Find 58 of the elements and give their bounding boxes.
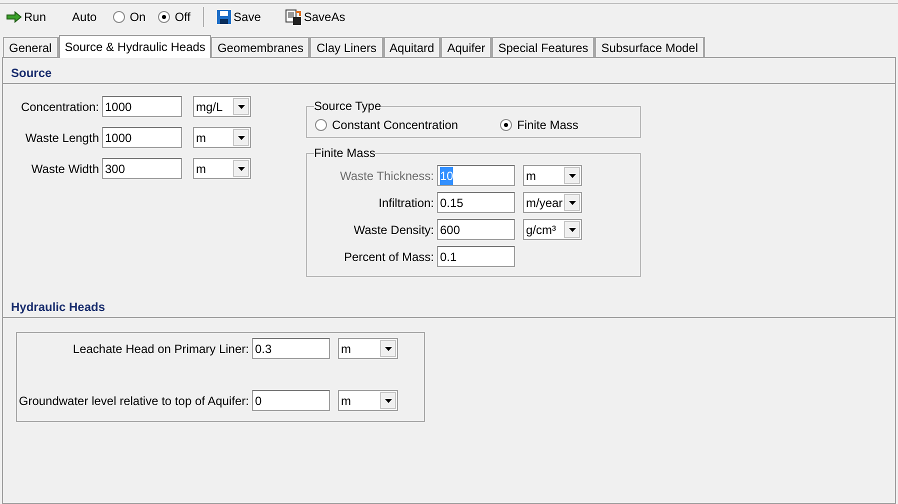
field-label: Waste Width <box>30 160 99 178</box>
radio-button[interactable] <box>158 11 170 23</box>
unit-dropdown[interactable]: m <box>338 338 398 359</box>
field-label: Waste Thickness: <box>338 168 434 184</box>
input-field[interactable]: 0.3 <box>252 338 330 359</box>
field-label: Infiltration: <box>378 194 434 212</box>
input-field[interactable]: 300 <box>102 158 182 179</box>
radio-button[interactable] <box>500 119 512 131</box>
tab[interactable]: Source & Hydraulic Heads <box>58 35 212 58</box>
unit-dropdown[interactable]: m <box>193 127 251 148</box>
caret-icon <box>238 136 244 140</box>
arrow-icon <box>6 11 22 23</box>
field-label: Waste Length <box>24 130 99 146</box>
input-field[interactable]: 0 <box>252 390 330 411</box>
document-icon <box>284 9 302 25</box>
caret-icon <box>238 166 244 170</box>
tab[interactable]: Subsurface Model <box>595 37 706 57</box>
unit-dropdown[interactable]: m <box>338 390 398 411</box>
unit-dropdown[interactable]: m <box>193 158 251 179</box>
floppy-icon <box>216 9 232 25</box>
radio-label[interactable]: Constant Concentration <box>332 116 458 134</box>
unit-dropdown[interactable]: mg/L <box>193 96 251 117</box>
caret-icon <box>238 104 244 108</box>
input-field[interactable]: 1000 <box>102 96 182 117</box>
radio-button[interactable] <box>315 119 327 131</box>
field-label: Groundwater level relative to top of Aquifer: <box>18 392 249 410</box>
caret-icon <box>568 200 576 204</box>
input-field[interactable]: 0.15 <box>437 192 515 213</box>
save-as-button[interactable]: SaveAs <box>284 8 346 26</box>
tab[interactable]: Aquitard <box>384 37 442 57</box>
field-label: Waste Density: <box>352 222 434 238</box>
caret-icon <box>384 346 392 350</box>
field-label: Concentration: <box>20 98 99 116</box>
tab[interactable]: Geomembranes <box>211 37 310 57</box>
tab[interactable]: General <box>3 37 59 57</box>
caret-icon <box>568 228 576 232</box>
tab[interactable]: Clay Liners <box>310 37 384 57</box>
tab[interactable]: Special Features <box>492 37 596 57</box>
field-label: Percent of Mass: <box>342 248 434 266</box>
field-label: Leachate Head on Primary Liner: <box>72 340 249 358</box>
run-button[interactable]: Run <box>6 8 46 26</box>
unit-dropdown[interactable]: m <box>523 165 582 186</box>
radio-button[interactable] <box>112 11 125 23</box>
caret-icon <box>568 174 576 178</box>
radio-label[interactable]: On <box>130 8 146 26</box>
caret-icon <box>384 398 392 402</box>
radio-label[interactable]: Off <box>174 8 191 26</box>
unit-dropdown[interactable]: m/year <box>523 192 582 213</box>
section-header: Hydraulic Heads <box>3 296 895 318</box>
auto-label: Auto <box>72 9 97 26</box>
input-field[interactable]: 0.1 <box>437 246 515 267</box>
tab[interactable]: Aquifer <box>441 37 492 57</box>
save-button[interactable]: Save <box>216 8 261 26</box>
radio-label[interactable]: Finite Mass <box>517 116 578 134</box>
input-field[interactable]: 600 <box>437 219 515 240</box>
section-header: Source <box>3 62 895 84</box>
input-field[interactable]: 1000 <box>102 127 182 148</box>
unit-dropdown[interactable]: g/cm³ <box>523 219 582 240</box>
